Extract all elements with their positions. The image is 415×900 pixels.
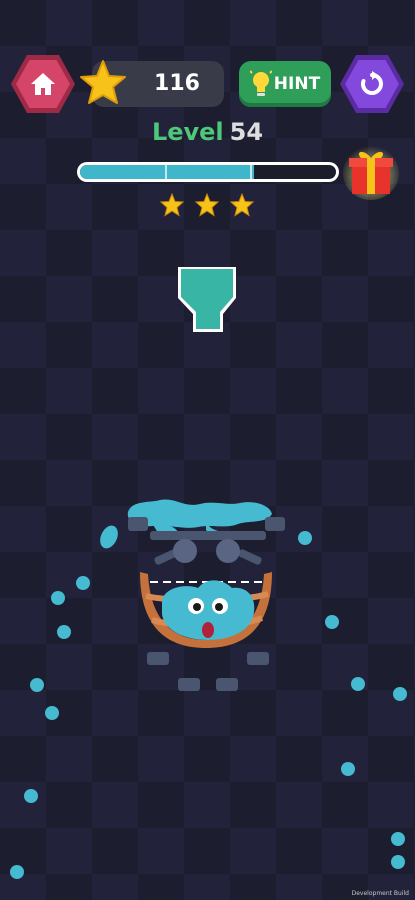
score-value: 116	[154, 71, 200, 96]
progress-tick	[250, 165, 252, 179]
progress-bar	[77, 162, 339, 182]
level-number: 54	[229, 118, 264, 146]
rating-star-2	[195, 193, 219, 217]
water-drops	[10, 525, 407, 879]
hint-label: HINT	[273, 74, 321, 94]
restart-icon	[361, 71, 383, 95]
rating-star-3	[230, 193, 254, 217]
star-icon	[80, 60, 126, 104]
hint-button[interactable]: HINT	[239, 61, 331, 107]
development-build-label: Development Build	[351, 890, 409, 897]
lightbulb-icon	[249, 70, 272, 96]
progress-fill	[80, 165, 255, 179]
level-word: Level	[151, 118, 224, 146]
gift-icon[interactable]	[343, 140, 399, 200]
water-nozzle	[178, 267, 236, 332]
water-blob-character	[162, 580, 255, 640]
home-icon	[31, 73, 55, 95]
progress-tick	[165, 165, 167, 179]
grinder-rollers	[154, 539, 262, 565]
rating-star-1	[160, 193, 184, 217]
stone-blocks-lower	[147, 652, 269, 691]
